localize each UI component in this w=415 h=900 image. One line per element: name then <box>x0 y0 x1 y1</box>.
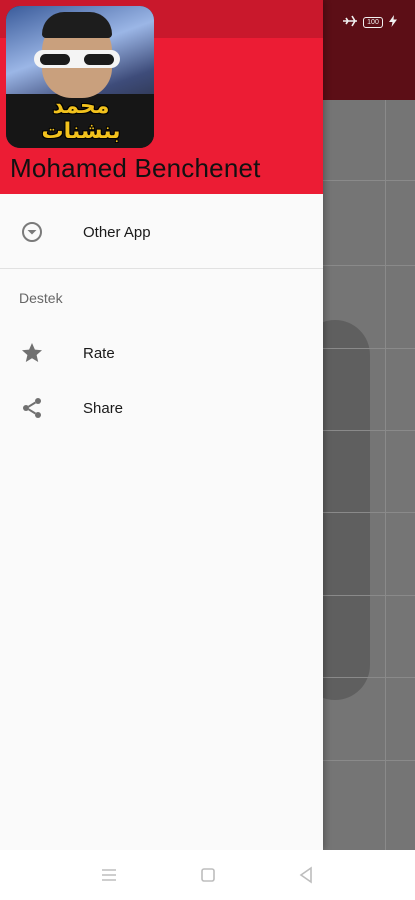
divider <box>323 760 415 761</box>
menu-item-label: Rate <box>83 344 115 362</box>
app-name: Mohamed Benchenet <box>10 153 261 183</box>
avatar-logo-text: محمد بنشنات <box>41 94 121 144</box>
menu-item-other-app[interactable]: Other App <box>0 207 323 257</box>
status-bar: 100 <box>343 15 397 30</box>
home-icon[interactable] <box>198 865 218 885</box>
star-icon <box>20 341 44 365</box>
divider <box>323 180 415 181</box>
divider <box>385 100 386 850</box>
menu-item-rate[interactable]: Rate <box>0 328 323 378</box>
divider <box>323 265 415 266</box>
chevron-down-circle-icon <box>20 220 44 244</box>
menu-item-label: Share <box>83 399 124 417</box>
charging-icon <box>389 15 397 30</box>
avatar: محمد بنشنات <box>6 6 154 148</box>
airplane-icon <box>343 15 357 30</box>
section-title: Destek <box>19 290 63 306</box>
back-icon[interactable] <box>296 865 316 885</box>
divider <box>323 430 415 431</box>
system-navigation-bar <box>0 850 415 900</box>
avatar-sunglasses <box>34 50 120 68</box>
avatar-hair <box>42 12 112 38</box>
navigation-drawer: محمد بنشنات Mohamed Benchenet Other App … <box>0 0 323 850</box>
divider <box>0 268 323 269</box>
menu-item-label: Other App <box>83 223 151 241</box>
menu-icon[interactable] <box>99 865 119 885</box>
divider <box>323 512 415 513</box>
battery-level: 100 <box>367 19 379 26</box>
menu-item-share[interactable]: Share <box>0 383 323 433</box>
battery-icon: 100 <box>363 17 383 28</box>
divider <box>323 348 415 349</box>
divider <box>323 595 415 596</box>
drawer-header: محمد بنشنات Mohamed Benchenet <box>0 0 323 194</box>
divider <box>323 677 415 678</box>
share-icon <box>20 396 44 420</box>
